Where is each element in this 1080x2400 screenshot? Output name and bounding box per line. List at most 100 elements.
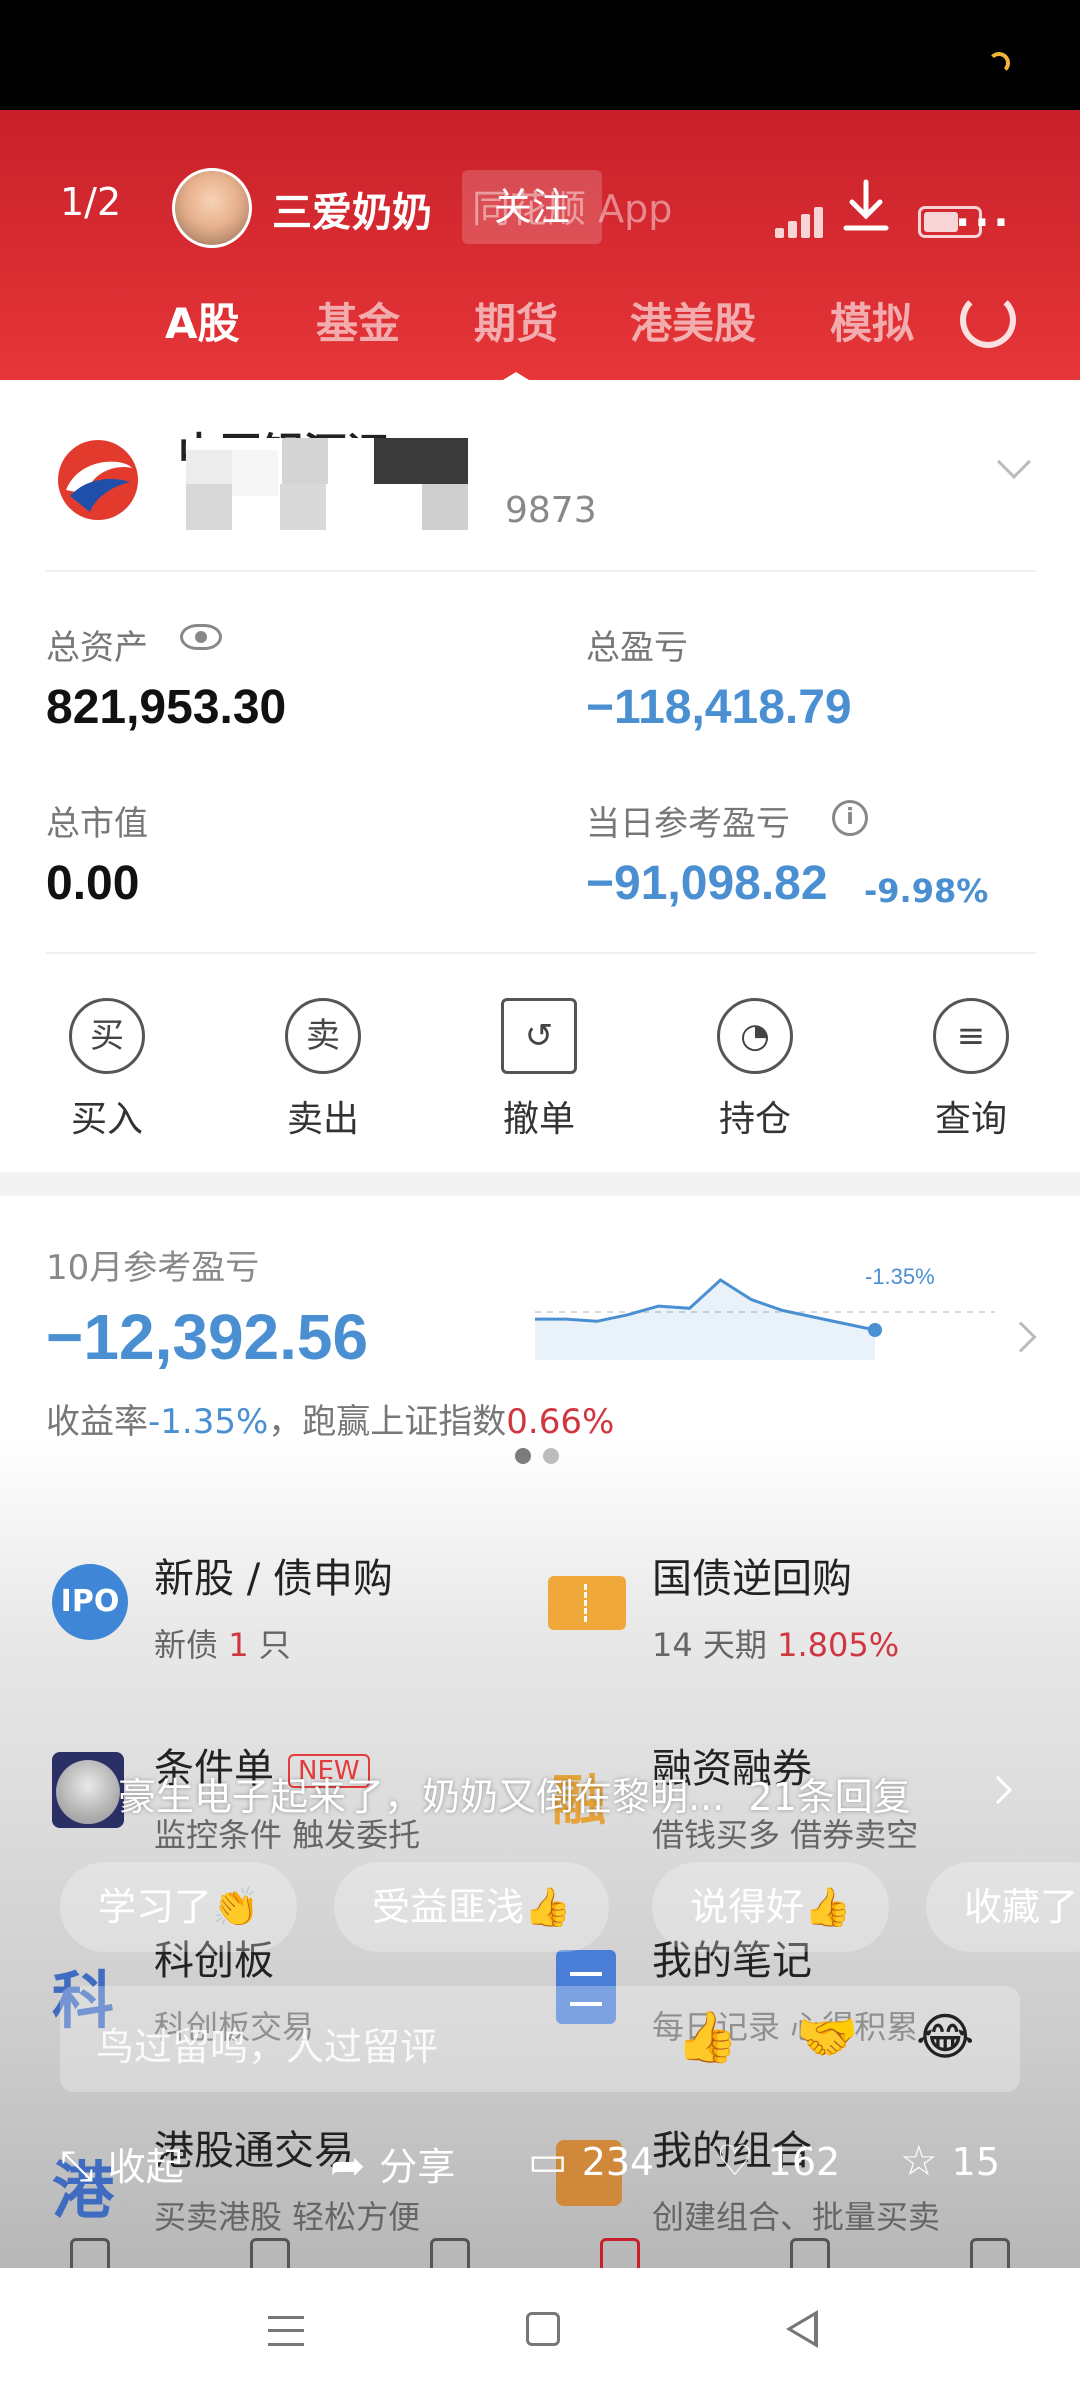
tab-a-share[interactable]: A股 <box>165 290 240 351</box>
heart-icon: ♡ <box>716 2136 754 2185</box>
beat-value: 0.66% <box>506 1402 615 1442</box>
monthly-pnl-value: −12,392.56 <box>46 1301 369 1373</box>
laughing-emoji-icon[interactable]: 😂 <box>916 2008 974 2066</box>
account-number: 9873 <box>505 490 597 531</box>
follow-button[interactable]: 关注 <box>462 170 602 244</box>
tab-icon[interactable] <box>70 2238 110 2268</box>
beat-prefix: ，跑赢上证指数 <box>268 1402 507 1442</box>
loading-spinner-icon <box>988 52 1010 74</box>
system-nav-bar <box>0 2268 1080 2400</box>
more-options-icon[interactable]: ··· <box>955 200 1013 246</box>
query-button[interactable]: ≡ 查询 <box>896 998 1046 1142</box>
bottom-tab-bar <box>0 2232 1080 2268</box>
monthly-sparkline[interactable]: -1.35% <box>535 1260 995 1360</box>
recent-apps-icon[interactable] <box>268 2316 304 2346</box>
buy-button[interactable]: 买 买入 <box>32 998 182 1142</box>
service-ipo[interactable]: 新股 / 债申购 新债 1 只 <box>154 1546 393 1666</box>
quick-reply-chip[interactable]: 说得好👍 <box>652 1862 890 1952</box>
daily-pnl-percent: -9.98% <box>864 872 989 910</box>
quick-reply-chip[interactable]: 收藏了 <box>926 1862 1080 1952</box>
positions-label: 持仓 <box>718 1099 791 1140</box>
broker-logo <box>58 440 138 520</box>
like-button[interactable]: ♡ 162 <box>716 2136 840 2185</box>
positions-button[interactable]: ◔ 持仓 <box>680 998 830 1142</box>
tab-hk-us-stocks[interactable]: 港美股 <box>630 290 756 351</box>
collapse-button[interactable]: ⤡ 收起 <box>60 2136 184 2191</box>
section-separator <box>0 1172 1080 1196</box>
comment-button[interactable]: ▭ 234 <box>528 2136 654 2185</box>
handshake-emoji-icon[interactable]: 🤝 <box>796 2008 858 2067</box>
service-title: 新股 / 债申购 <box>154 1556 393 1602</box>
divider <box>46 570 1036 572</box>
sell-icon: 卖 <box>285 998 361 1074</box>
collapse-icon: ⤡ <box>60 2141 94 2190</box>
tab-icon[interactable] <box>430 2238 470 2268</box>
sparkline-end-point <box>868 1323 882 1337</box>
back-icon[interactable] <box>786 2310 818 2348</box>
divider <box>46 952 1036 954</box>
tab-fund[interactable]: 基金 <box>316 290 400 351</box>
tab-icon[interactable] <box>970 2238 1010 2268</box>
chevron-right-icon <box>983 1775 1013 1805</box>
replies-count: 21条回复 <box>748 1775 911 1819</box>
ticket-icon <box>548 1576 626 1630</box>
comment-input-placeholder: 鸟过留鸣，人过留评 <box>96 2025 439 2069</box>
service-sub: 14 天期 1.805% <box>652 1626 900 1664</box>
cancel-order-label: 撤单 <box>502 1099 575 1140</box>
tab-icon[interactable] <box>600 2238 640 2268</box>
chevron-right-icon[interactable] <box>1005 1321 1037 1353</box>
info-icon[interactable]: i <box>832 800 868 836</box>
account-selector[interactable]: 中国银河证 9873 <box>0 380 1080 570</box>
home-icon[interactable] <box>526 2312 560 2346</box>
cancel-order-button[interactable]: ↺ 撤单 <box>464 998 614 1142</box>
post-top-bar: 1/2 三爱奶奶 同花顺 App 关注 ··· <box>0 140 1080 260</box>
service-title: 国债逆回购 <box>652 1556 852 1602</box>
post-actions: ⤡ 收起 ➦ 分享 ▭ 234 ♡ 162 ☆ 15 <box>0 2120 1080 2210</box>
total-pnl-value: −118,418.79 <box>586 681 852 734</box>
market-value-label: 总市值 <box>46 804 148 844</box>
eye-icon[interactable] <box>180 624 222 650</box>
chevron-down-icon[interactable] <box>997 445 1031 479</box>
buy-label: 买入 <box>70 1099 143 1140</box>
market-value-value: 0.00 <box>46 857 140 910</box>
service-reverse-repo[interactable]: 国债逆回购 14 天期 1.805% <box>652 1546 899 1666</box>
page-indicator: 1/2 <box>60 180 122 224</box>
download-icon[interactable] <box>840 178 892 238</box>
ipo-icon: IPO <box>52 1564 128 1640</box>
privacy-mosaic <box>186 438 468 530</box>
thumbs-up-emoji-icon[interactable]: 👍 <box>676 2008 738 2067</box>
top-comment-text: 豪生电子起来了，奶奶又倒在黎明... 21条回复 <box>118 1775 911 1819</box>
author-avatar[interactable] <box>172 168 252 248</box>
query-label: 查询 <box>934 1099 1007 1140</box>
return-prefix: 收益率 <box>46 1402 148 1442</box>
monthly-pnl-label: 10月参考盈亏 <box>46 1248 260 1288</box>
cancel-order-icon: ↺ <box>501 998 577 1074</box>
buy-icon: 买 <box>69 998 145 1074</box>
daily-pnl-value: −91,098.82 <box>586 857 828 910</box>
refresh-icon[interactable] <box>960 292 1016 348</box>
tab-futures[interactable]: 期货 <box>474 290 558 351</box>
quick-reply-chip[interactable]: 学习了👏 <box>60 1862 298 1952</box>
app-header: 1/2 三爱奶奶 同花顺 App 关注 ··· A股 基金 期货 港美股 模拟 <box>0 110 1080 388</box>
favorite-button[interactable]: ☆ 15 <box>900 2136 1000 2185</box>
total-assets-label: 总资产 <box>46 628 148 668</box>
comment-icon: ▭ <box>528 2136 568 2185</box>
comment-input[interactable]: 鸟过留鸣，人过留评 👍 🤝 😂 <box>60 1986 1020 2092</box>
tab-icon[interactable] <box>790 2238 830 2268</box>
commenter-avatar <box>56 1760 120 1824</box>
share-icon: ➦ <box>330 2141 366 2190</box>
service-sub: 新债 1 只 <box>154 1626 291 1664</box>
tab-simulation[interactable]: 模拟 <box>830 290 914 351</box>
author-name[interactable]: 三爱奶奶 <box>272 180 432 238</box>
top-comment[interactable]: 豪生电子起来了，奶奶又倒在黎明... 21条回复 <box>0 1740 1080 1840</box>
sparkline-label: -1.35% <box>865 1264 935 1289</box>
market-tabs: A股 基金 期货 港美股 模拟 <box>0 290 1080 370</box>
tab-icon[interactable] <box>250 2238 290 2268</box>
quick-reply-chip[interactable]: 受益匪浅👍 <box>334 1862 610 1952</box>
monthly-return-line: 收益率-1.35%，跑赢上证指数0.66% <box>46 1394 614 1443</box>
share-button[interactable]: ➦ 分享 <box>330 2136 455 2191</box>
total-pnl-label: 总盈亏 <box>586 628 688 668</box>
sell-button[interactable]: 卖 卖出 <box>248 998 398 1142</box>
signal-icon <box>775 202 835 238</box>
daily-pnl-label: 当日参考盈亏 <box>586 804 790 844</box>
